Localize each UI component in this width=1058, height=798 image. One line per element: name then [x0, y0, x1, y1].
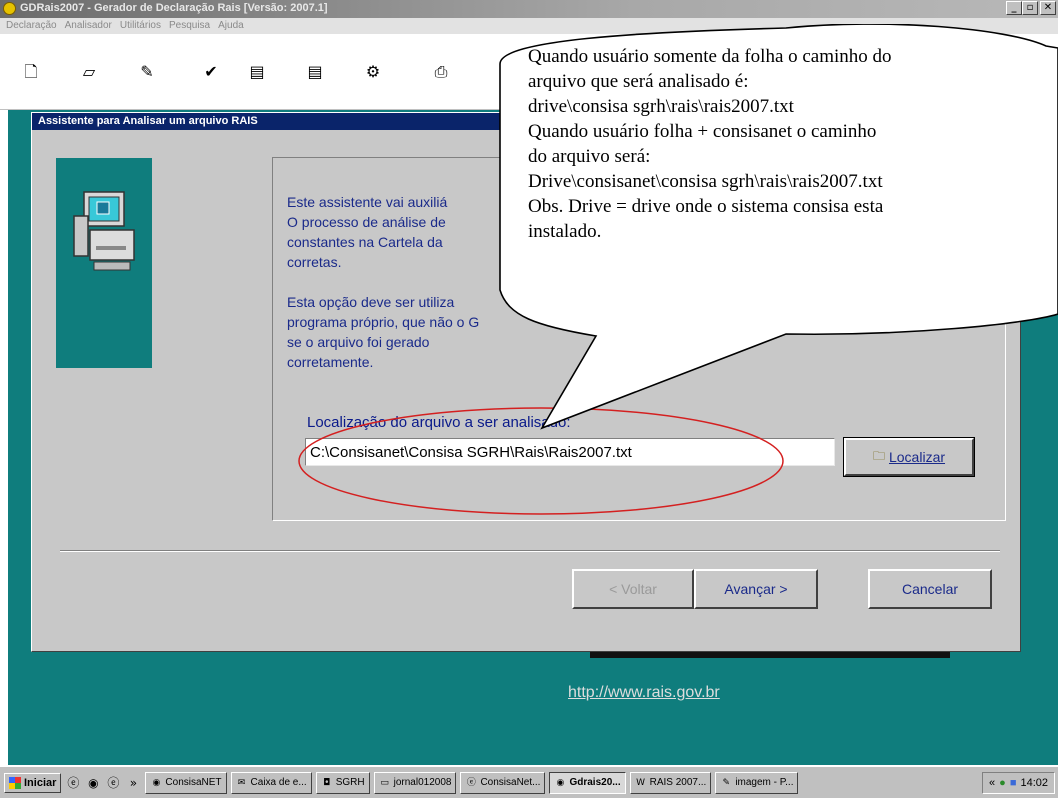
task-label: Caixa de e... — [250, 777, 307, 788]
start-label: Iniciar — [24, 776, 57, 789]
callout-line: do arquivo será: — [528, 146, 651, 167]
task-label: SGRH — [335, 777, 365, 788]
menu-bar: Declaração Analisador Utilitários Pesqui… — [0, 18, 1058, 34]
callout-text: Quando usuário somente da folha o caminh… — [528, 44, 1048, 244]
callout-line: Quando usuário somente da folha o caminh… — [528, 46, 892, 67]
task-consisanet-browser[interactable]: ⓔ ConsisaNet... — [460, 771, 546, 794]
task-paint[interactable]: ✎ imagem - P... — [715, 771, 799, 794]
callout-line: drive\consisa sgrh\rais\rais2007.txt — [528, 96, 794, 117]
task-label: jornal012008 — [393, 777, 452, 788]
app-icon — [3, 2, 16, 15]
task-label: imagem - P... — [735, 777, 794, 788]
dialog-separator — [60, 550, 1000, 552]
new-document-icon[interactable]: 🗋 — [20, 62, 42, 82]
path-label: Localização do arquivo a ser analisado: — [307, 414, 571, 431]
browse-button-label: Localizar — [888, 449, 946, 465]
tray-chevron[interactable]: « — [989, 777, 995, 789]
word-icon: W — [636, 777, 646, 788]
menu-ajuda[interactable]: Ajuda — [214, 18, 248, 34]
browser-icon: ⓔ — [466, 777, 476, 788]
quicklaunch-chevron[interactable]: » — [125, 775, 141, 791]
task-label: ConsisaNET — [165, 777, 222, 788]
callout-line: arquivo que será analisado é: — [528, 71, 749, 92]
cancel-button[interactable]: Cancelar — [868, 569, 992, 609]
app-icon: ◉ — [556, 777, 565, 788]
paste-icon[interactable]: ▤ — [304, 62, 326, 82]
next-button[interactable]: Avançar > — [694, 569, 818, 609]
file-path-input[interactable] — [305, 438, 835, 466]
print-icon[interactable]: ⎙ — [430, 62, 452, 82]
wizard-side-panel — [56, 158, 152, 368]
edit-icon[interactable]: ✎ — [136, 62, 158, 82]
copy-icon[interactable]: ▤ — [246, 62, 268, 82]
task-label: Gdrais20... — [569, 777, 621, 788]
folder-icon: 🗀 — [872, 448, 885, 463]
callout-line: Quando usuário folha + consisanet o cami… — [528, 121, 877, 142]
clock: 14:02 — [1020, 776, 1048, 789]
open-folder-icon[interactable]: ▱ — [78, 62, 100, 82]
callout-line: instalado. — [528, 221, 602, 242]
task-label: RAIS 2007... — [649, 777, 707, 788]
task-consisanet[interactable]: ◉ ConsisaNET — [145, 771, 227, 794]
window-controls: _ ▫ ✕ — [1006, 1, 1056, 15]
window-title: GDRais2007 - Gerador de Declaração Rais … — [20, 2, 328, 14]
rais-website-link[interactable]: http://www.rais.gov.br — [568, 684, 720, 702]
app-icon: ◉ — [152, 777, 161, 788]
usage-paragraph: Esta opção deve ser utiliza programa pró… — [287, 294, 480, 370]
computer-icon — [73, 191, 135, 271]
browse-button[interactable]: 🗀 Localizar — [843, 437, 975, 477]
menu-analisador[interactable]: Analisador — [61, 18, 116, 34]
app-icon: ◘ — [323, 777, 331, 788]
window-title-bar: GDRais2007 - Gerador de Declaração Rais … — [0, 0, 1058, 18]
check-icon[interactable]: ✔ — [200, 62, 222, 82]
callout-line: Obs. Drive = drive onde o sistema consis… — [528, 196, 884, 217]
tray-icon[interactable]: ■ — [1010, 777, 1017, 789]
task-mail[interactable]: ✉ Caixa de e... — [230, 771, 312, 794]
folder-icon: ▭ — [380, 777, 389, 788]
intro-paragraph: Este assistente vai auxiliá O processo d… — [287, 194, 448, 270]
maximize-button[interactable]: ▫ — [1022, 1, 1038, 15]
task-gdrais[interactable]: ◉ Gdrais20... — [549, 771, 626, 794]
task-jornal[interactable]: ▭ jornal012008 — [373, 771, 457, 794]
browser-icon[interactable]: ⓔ — [65, 775, 81, 791]
taskbar: Iniciar ⓔ ◉ ⓔ » ◉ ConsisaNET ✉ Caixa de … — [0, 765, 1058, 798]
menu-declaracao[interactable]: Declaração — [2, 18, 61, 34]
system-tray: « ● ■ 14:02 — [982, 771, 1055, 794]
task-label: ConsisaNet... — [480, 777, 541, 788]
desktop-icon[interactable]: ◉ — [85, 775, 101, 791]
menu-pesquisa[interactable]: Pesquisa — [165, 18, 214, 34]
mail-icon: ✉ — [237, 777, 246, 788]
menu-utilitarios[interactable]: Utilitários — [116, 18, 165, 34]
back-button[interactable]: < Voltar — [572, 569, 694, 609]
tray-icon[interactable]: ● — [999, 777, 1006, 789]
paint-icon: ✎ — [722, 777, 731, 788]
close-button[interactable]: ✕ — [1040, 1, 1056, 15]
tools-icon[interactable]: ⚙ — [362, 62, 384, 82]
task-sgrh[interactable]: ◘ SGRH — [315, 771, 370, 794]
task-rais-word[interactable]: W RAIS 2007... — [629, 771, 712, 794]
windows-logo-icon — [9, 776, 21, 789]
start-button[interactable]: Iniciar — [4, 772, 62, 793]
browser-icon[interactable]: ⓔ — [105, 775, 121, 791]
callout-line: Drive\consisanet\consisa sgrh\rais\rais2… — [528, 171, 883, 192]
minimize-button[interactable]: _ — [1006, 1, 1022, 15]
